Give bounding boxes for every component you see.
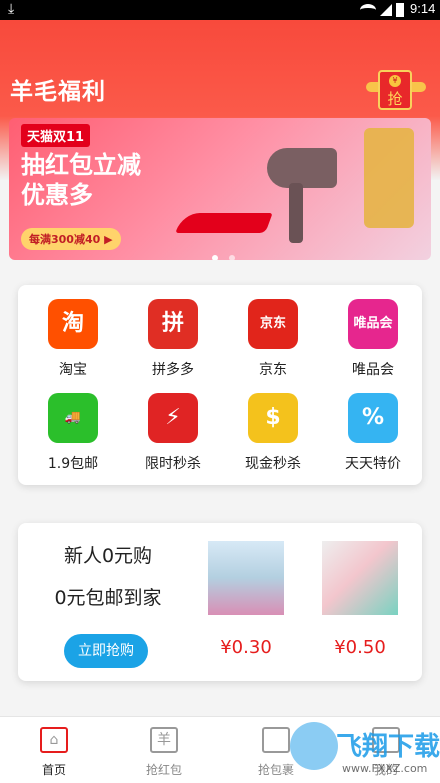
- category-label: 1.9包邮: [47, 456, 99, 472]
- category-label: 天天特价: [345, 456, 401, 472]
- category-item[interactable]: 淘淘宝: [33, 299, 113, 379]
- high-heel-image: [175, 213, 273, 233]
- banner-headline: 抽红包立减 优惠多: [21, 150, 141, 210]
- package-icon: [262, 727, 290, 753]
- category-item[interactable]: $ 现金秒杀: [233, 393, 313, 473]
- promo-banner[interactable]: 天猫双11 抽红包立减 优惠多 每满300减40 ▶: [9, 118, 431, 260]
- hair-dryer-handle-image: [289, 183, 303, 243]
- banner-offer-pill[interactable]: 每满300减40 ▶: [21, 228, 121, 250]
- category-item[interactable]: 唯品会 唯品会: [333, 299, 413, 379]
- banner-tag: 天猫双11: [21, 124, 91, 147]
- banner-headline-line2: 优惠多: [21, 181, 93, 209]
- site-watermark: 飞翔下载 www.FXXZ.com: [290, 718, 440, 783]
- category-label: 唯品会: [352, 362, 394, 378]
- category-item[interactable]: % 天天特价: [333, 393, 413, 473]
- price-tag-icon: %: [348, 393, 398, 443]
- product-price: ¥0.50: [334, 637, 386, 658]
- watermark-logo-icon: [290, 722, 338, 770]
- app-title: 羊毛福利: [10, 79, 106, 105]
- category-item[interactable]: ⚡ 限时秒杀: [133, 393, 213, 473]
- status-time: 9:14: [410, 1, 436, 16]
- wifi-icon: [360, 4, 376, 16]
- pagination-dot[interactable]: [229, 255, 236, 260]
- category-label: 拼多多: [152, 362, 194, 378]
- banner-headline-line1: 抽红包立减: [21, 151, 141, 179]
- hair-dryer-image: [267, 148, 337, 188]
- battery-icon: [396, 3, 404, 17]
- tab-label: 抢红包: [145, 763, 182, 777]
- promo-title: 新人0元购: [63, 545, 153, 567]
- category-grid: 淘淘宝拼拼多多 京东 京东 唯品会 唯品会 🚚 1.9包邮 ⚡ 限时秒杀 $ 现金秒杀% 天天特价: [18, 285, 422, 485]
- home-icon: ⌂: [40, 727, 68, 753]
- coin-icon: ¥: [389, 75, 401, 87]
- tab-label: 首页: [41, 763, 66, 777]
- category-label: 限时秒杀: [145, 456, 201, 472]
- download-icon: ⤓: [8, 1, 15, 17]
- wing-right-icon: [412, 82, 426, 92]
- product-price: ¥0.30: [220, 637, 272, 658]
- category-label: 现金秒杀: [245, 456, 301, 472]
- jd-icon: 京东: [248, 299, 298, 349]
- tab-item[interactable]: ⌂ 首页: [14, 727, 94, 778]
- red-envelope-icon: 羊: [150, 727, 178, 753]
- coins-icon: $: [248, 393, 298, 443]
- category-label: 淘宝: [59, 362, 87, 378]
- promo-subtitle: 0元包邮到家: [54, 587, 162, 609]
- signal-icon: [380, 4, 392, 16]
- vip-icon: 唯品会: [348, 299, 398, 349]
- grab-button-label: 抢: [387, 90, 403, 108]
- category-item[interactable]: 京东 京东: [233, 299, 313, 379]
- banner-pagination: [209, 246, 238, 260]
- category-label: 京东: [259, 362, 287, 378]
- category-item[interactable]: 拼拼多多: [133, 299, 213, 379]
- watermark-text: 飞翔下载: [336, 732, 440, 762]
- tab-item[interactable]: 羊抢红包: [124, 727, 204, 778]
- category-item[interactable]: 🚚 1.9包邮: [33, 393, 113, 473]
- status-bar: ⤓ 9:14: [0, 0, 440, 20]
- product-image-toy[interactable]: [322, 541, 398, 615]
- watermark-url: www.FXXZ.com: [342, 762, 428, 775]
- perfume-image: [364, 128, 414, 228]
- pagination-dot[interactable]: [212, 255, 218, 260]
- lightning-icon: ⚡: [148, 393, 198, 443]
- pinduoduo-icon: 拼: [148, 299, 198, 349]
- taobao-icon: 淘: [48, 299, 98, 349]
- truck-icon: 🚚: [48, 393, 98, 443]
- product-image-tape[interactable]: [208, 541, 284, 615]
- grab-red-envelope-button[interactable]: ¥ 抢: [378, 70, 412, 110]
- buy-now-button[interactable]: 立即抢购: [64, 634, 148, 668]
- newcomer-promo-card: 新人0元购 0元包邮到家 立即抢购 ¥0.30 ¥0.50: [18, 523, 422, 681]
